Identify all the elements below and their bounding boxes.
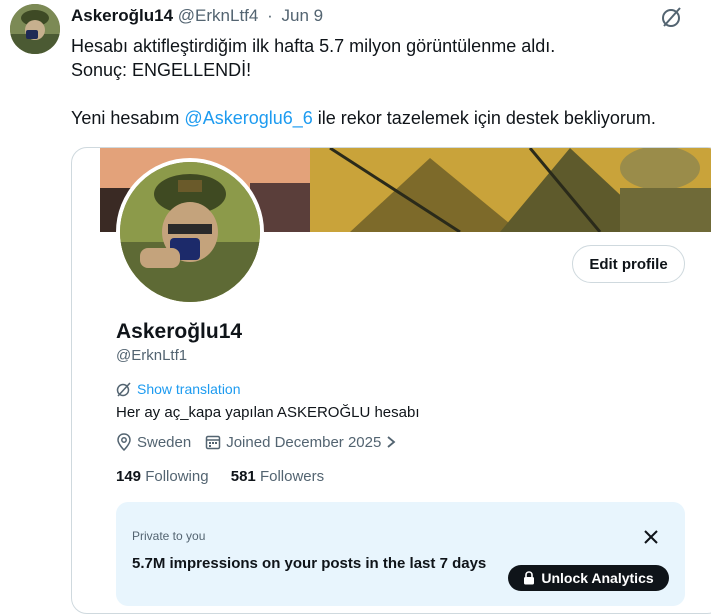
mention-link[interactable]: @Askeroglu6_6 <box>184 108 312 128</box>
chevron-right-icon <box>387 436 396 448</box>
followers-link[interactable]: 581 Followers <box>231 468 324 485</box>
tweet-date[interactable]: Jun 9 <box>282 6 324 25</box>
location-text: Sweden <box>137 433 192 451</box>
translate-icon <box>116 382 131 397</box>
header-separator: · <box>267 6 273 25</box>
followers-label: Followers <box>259 468 325 485</box>
tweet-text: Hesabı aktifleştirdiğim ilk hafta 5.7 mi… <box>71 34 701 130</box>
unlock-analytics-button[interactable]: Unlock Analytics <box>508 565 669 591</box>
profile-info-row: Sweden Joined December 2025 <box>116 433 410 451</box>
profile-card-image[interactable]: Edit profile Askeroğlu14 @ErknLtf1 Show … <box>71 147 711 614</box>
profile-bio: Her ay aç_kapa yapılan ASKEROĞLU hesabı <box>116 404 420 421</box>
location-pin-icon <box>117 433 131 451</box>
tweet-line-3-start: Yeni hesabım <box>71 108 185 128</box>
private-label: Private to you <box>132 529 206 543</box>
follow-stats: 149 Following 581 Followers <box>116 468 342 485</box>
edit-profile-button[interactable]: Edit profile <box>572 245 685 283</box>
profile-handle: @ErknLtf1 <box>116 347 188 364</box>
analytics-panel: Private to you 5.7M impressions on your … <box>116 502 685 606</box>
impressions-text: 5.7M impressions on your posts in the la… <box>132 555 487 572</box>
following-label: Following <box>145 468 209 485</box>
tweet-header: Askeroğlu14 @ErknLtf4 · Jun 9 <box>71 6 323 26</box>
tweet-author-name[interactable]: Askeroğlu14 <box>71 6 173 25</box>
grok-icon[interactable] <box>660 5 684 29</box>
joined-item[interactable]: Joined December 2025 <box>205 434 396 451</box>
tweet-author-avatar[interactable] <box>10 4 60 54</box>
unlock-analytics-label: Unlock Analytics <box>541 570 654 586</box>
show-translation-link[interactable]: Show translation <box>116 381 241 397</box>
joined-text: Joined December 2025 <box>226 433 382 451</box>
tweet-line-1: Hesabı aktifleştirdiğim ilk hafta 5.7 mi… <box>71 36 556 56</box>
calendar-icon <box>205 435 221 450</box>
location-item: Sweden <box>116 433 191 451</box>
tweet-line-3: Yeni hesabım @Askeroglu6_6 ile rekor taz… <box>71 106 701 130</box>
tweet-line-3-end: ile rekor tazelemek için destek bekliyor… <box>312 108 656 128</box>
tweet-line-2: Sonuç: ENGELLENDİ! <box>71 60 252 80</box>
profile-name: Askeroğlu14 <box>116 320 243 343</box>
lock-icon <box>524 571 535 585</box>
close-icon[interactable] <box>643 529 659 545</box>
profile-avatar <box>116 158 264 306</box>
tweet-author-handle[interactable]: @ErknLtf4 <box>178 6 259 25</box>
following-link[interactable]: 149 Following <box>116 468 209 485</box>
followers-count: 581 <box>230 468 256 485</box>
show-translation-label: Show translation <box>137 381 241 397</box>
following-count: 149 <box>116 468 142 485</box>
